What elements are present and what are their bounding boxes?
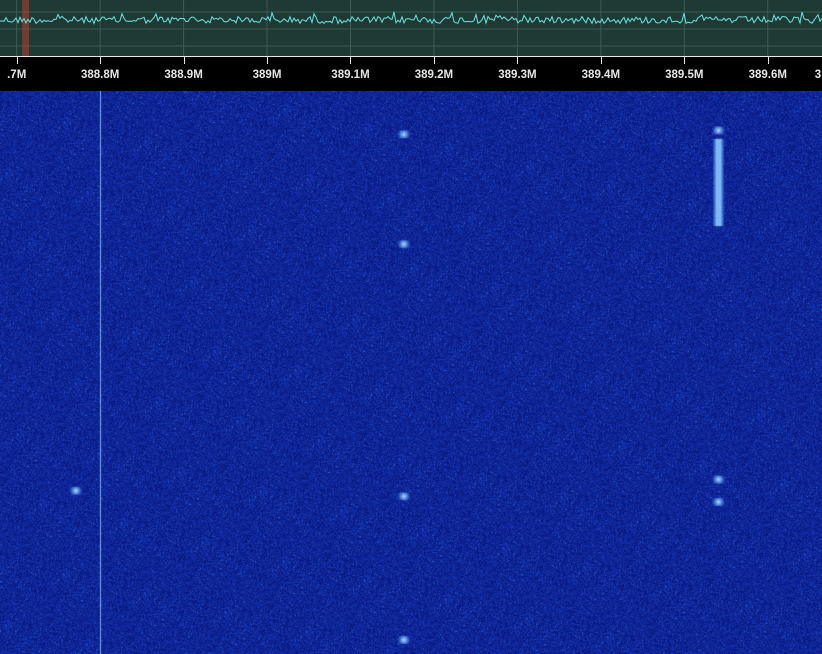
axis-label: 389.3M <box>498 69 537 81</box>
axis-tick <box>768 57 769 64</box>
axis-label: 389.1M <box>331 69 370 81</box>
axis-tick <box>100 57 101 64</box>
axis-tick <box>350 57 351 64</box>
axis-tick <box>184 57 185 64</box>
waterfall-display[interactable] <box>0 91 822 654</box>
axis-label: 389.6M <box>748 69 787 81</box>
axis-label: 389M <box>252 69 282 81</box>
axis-tick <box>267 57 268 64</box>
axis-label: 389.5M <box>665 69 704 81</box>
frequency-axis: .7M 388.8M 388.9M 389M 389.1M 389.2M 389.3M 389… <box>0 56 822 91</box>
axis-label: 389.4M <box>581 69 621 81</box>
spectrum-display[interactable] <box>0 0 822 56</box>
axis-tick <box>684 57 685 64</box>
axis-label: .7M <box>7 69 27 81</box>
waterfall-canvas <box>0 91 822 654</box>
frequency-marker[interactable] <box>22 0 30 56</box>
axis-tick <box>434 57 435 64</box>
axis-label: 389.2M <box>414 69 454 81</box>
axis-tick <box>17 57 18 64</box>
axis-tick <box>601 57 602 64</box>
axis-label: 3 <box>814 69 822 81</box>
axis-label: 388.8M <box>80 69 120 81</box>
spectrum-trace <box>0 11 822 25</box>
axis-tick <box>517 57 518 64</box>
spectrum-plot <box>0 0 822 56</box>
spectrum-grid <box>0 0 822 56</box>
axis-label: 388.9M <box>164 69 203 81</box>
